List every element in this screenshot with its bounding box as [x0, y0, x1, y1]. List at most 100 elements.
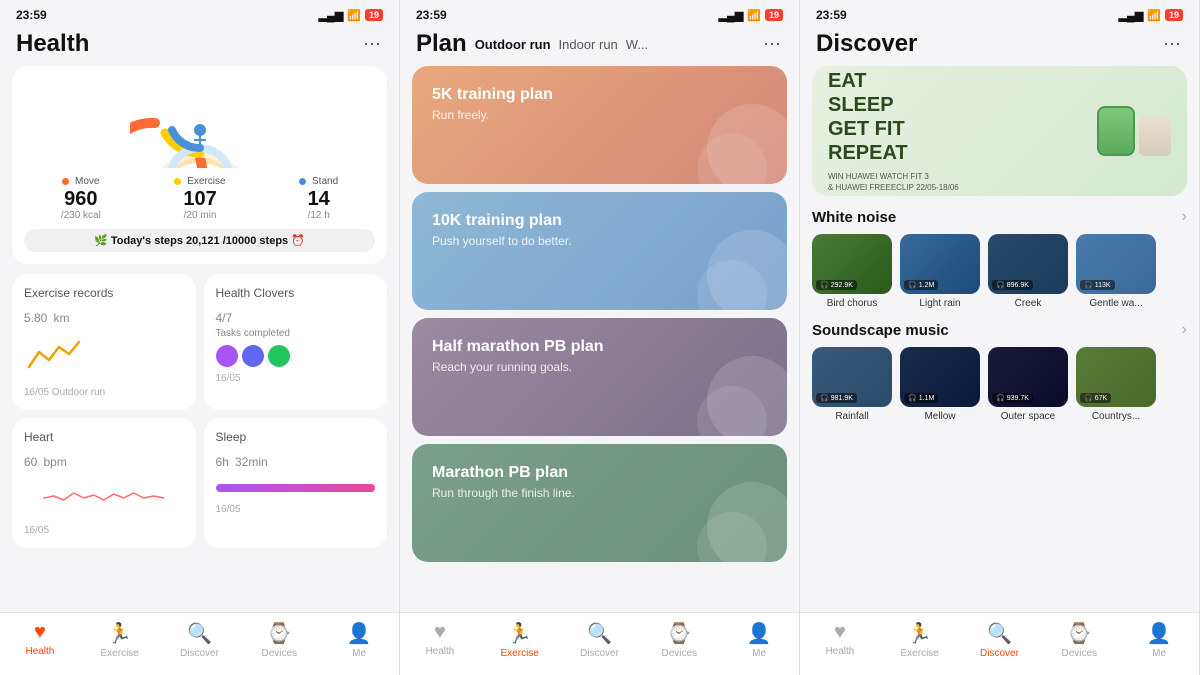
plan-more[interactable]: ⋯ — [763, 34, 783, 55]
nav-devices[interactable]: ⌚ Devices — [239, 621, 319, 659]
exercise-record-card[interactable]: Exercise records 5.80 km 16/05 Outdoor r… — [12, 274, 196, 410]
time-2: 23:59 — [416, 8, 447, 22]
plan-marathon-title: Marathon PB plan — [432, 464, 767, 482]
clover-circles — [216, 345, 376, 367]
media-rain[interactable]: 🎧 1.2M Light rain — [900, 234, 980, 309]
soundscape-arrow[interactable]: › — [1182, 321, 1187, 339]
media-rainfall[interactable]: 🎧 981.9K Rainfall — [812, 347, 892, 422]
media-space[interactable]: 🎧 939.7K Outer space — [988, 347, 1068, 422]
health-more[interactable]: ⋯ — [363, 34, 383, 55]
plan-card-5k[interactable]: 5K training plan Run freely. — [412, 66, 787, 184]
bottom-nav-1: ♥ Health 🏃 Exercise 🔍 Discover ⌚ Devices… — [0, 612, 399, 675]
records-grid: Exercise records 5.80 km 16/05 Outdoor r… — [12, 274, 387, 548]
clover-1 — [216, 345, 238, 367]
steps-row: 🌿 Today's steps 20,121 /10000 steps ⏰ — [24, 229, 375, 252]
media-country[interactable]: 🎧 67K Countrys... — [1076, 347, 1156, 422]
clovers-date: 16/05 — [216, 373, 376, 384]
stand-sub: /12 h — [299, 210, 338, 221]
gentle-label: Gentle wa... — [1076, 298, 1156, 309]
plan-card-marathon[interactable]: Marathon PB plan Run through the finish … — [412, 444, 787, 562]
nav3-devices[interactable]: ⌚ Devices — [1039, 621, 1119, 659]
clovers-sub: Tasks completed — [216, 328, 376, 339]
sleep-date: 16/05 — [216, 504, 376, 515]
discover-header: Discover ⋯ — [800, 26, 1199, 66]
nav3-exercise[interactable]: 🏃 Exercise — [880, 621, 960, 659]
plan-card-half[interactable]: Half marathon PB plan Reach your running… — [412, 318, 787, 436]
stand-dot — [299, 178, 306, 185]
nav3-heart-icon: ♥ — [834, 621, 846, 644]
nav2-me[interactable]: 👤 Me — [719, 621, 799, 659]
media-mellow[interactable]: 🎧 1.1M Mellow — [900, 347, 980, 422]
soundscape-header: Soundscape music › — [812, 321, 1187, 339]
plan-tabs: Outdoor run Indoor run W... — [475, 37, 648, 52]
soundscape-row: 🎧 981.9K Rainfall 🎧 1.1M Mellow 🎧 939.7K… — [812, 347, 1187, 422]
rain-count: 🎧 1.2M — [904, 280, 938, 290]
stand-stat: Stand 14 /12 h — [299, 176, 338, 221]
status-bar-2: 23:59 ▂▄▆ 📶 19 — [400, 0, 799, 26]
signal-icon-3: ▂▄▆ — [1119, 9, 1144, 22]
rainfall-count: 🎧 981.9K — [816, 393, 857, 403]
move-sub: /230 kcal — [61, 210, 101, 221]
signal-icon-2: ▂▄▆ — [719, 9, 744, 22]
rainfall-label: Rainfall — [812, 411, 892, 422]
nav3-discover[interactable]: 🔍 Discover — [960, 621, 1040, 659]
nav2-health[interactable]: ♥ Health — [400, 621, 480, 659]
bird-label: Bird chorus — [812, 298, 892, 309]
sleep-bar — [216, 484, 376, 492]
nav2-devices[interactable]: ⌚ Devices — [639, 621, 719, 659]
heart-line-graph — [24, 478, 184, 508]
tab-outdoor[interactable]: Outdoor run — [475, 37, 551, 52]
plan-header: Plan Outdoor run Indoor run W... ⋯ — [400, 26, 799, 66]
nav3-health[interactable]: ♥ Health — [800, 621, 880, 659]
promo-main-text: EATSLEEPGET FITREPEAT — [828, 69, 959, 165]
discover-title: Discover — [816, 30, 917, 58]
heart-card[interactable]: Heart 60 bpm 16/05 — [12, 418, 196, 548]
health-clovers-card[interactable]: Health Clovers 4/7 Tasks completed 16/05 — [204, 274, 388, 410]
media-gentle[interactable]: 🎧 113K Gentle wa... — [1076, 234, 1156, 309]
space-thumb: 🎧 939.7K — [988, 347, 1068, 407]
bird-thumb: 🎧 292.9K — [812, 234, 892, 294]
plan-card-10k[interactable]: 10K training plan Push yourself to do be… — [412, 192, 787, 310]
nav2-discover[interactable]: 🔍 Discover — [560, 621, 640, 659]
move-value: 960 — [61, 188, 101, 210]
nav-health-label: Health — [25, 646, 54, 657]
rain-label: Light rain — [900, 298, 980, 309]
nav-health[interactable]: ♥ Health — [0, 621, 80, 659]
nav-exercise[interactable]: 🏃 Exercise — [80, 621, 160, 659]
route-icon — [24, 332, 84, 372]
nav2-discover-icon: 🔍 — [587, 621, 612, 646]
activity-rings — [130, 78, 270, 168]
tab-w[interactable]: W... — [626, 37, 648, 52]
battery-1: 19 — [365, 9, 383, 21]
clovers-value: 4/7 — [216, 302, 376, 328]
nav-me[interactable]: 👤 Me — [319, 621, 399, 659]
battery-3: 19 — [1165, 9, 1183, 21]
stand-value: 14 — [299, 188, 338, 210]
white-noise-title: White noise — [812, 209, 896, 226]
white-noise-row: 🎧 292.9K Bird chorus 🎧 1.2M Light rain 🎧… — [812, 234, 1187, 309]
tab-indoor[interactable]: Indoor run — [559, 37, 618, 52]
white-noise-arrow[interactable]: › — [1182, 208, 1187, 226]
health-header: Health ⋯ — [0, 26, 399, 66]
sleep-card[interactable]: Sleep 6h 32min 16/05 — [204, 418, 388, 548]
nav3-exercise-label: Exercise — [901, 648, 939, 659]
activity-stats: Move 960 /230 kcal Exercise 107 /20 min … — [24, 176, 375, 221]
nav2-exercise[interactable]: 🏃 Exercise — [480, 621, 560, 659]
status-right-3: ▂▄▆ 📶 19 — [1119, 9, 1183, 22]
nav-discover[interactable]: 🔍 Discover — [160, 621, 240, 659]
media-creek[interactable]: 🎧 896.9K Creek — [988, 234, 1068, 309]
nav3-me[interactable]: 👤 Me — [1119, 621, 1199, 659]
gentle-count: 🎧 113K — [1080, 280, 1115, 290]
activity-card: Move 960 /230 kcal Exercise 107 /20 min … — [12, 66, 387, 264]
nav2-devices-label: Devices — [662, 648, 698, 659]
promo-banner[interactable]: EATSLEEPGET FITREPEAT WIN HUAWEI WATCH F… — [812, 66, 1187, 196]
media-bird[interactable]: 🎧 292.9K Bird chorus — [812, 234, 892, 309]
nav2-heart-icon: ♥ — [434, 621, 446, 644]
heart-value: 60 bpm — [24, 446, 184, 472]
plan-title-area: Plan Outdoor run Indoor run W... — [416, 30, 648, 58]
discover-more[interactable]: ⋯ — [1163, 34, 1183, 55]
bottom-nav-2: ♥ Health 🏃 Exercise 🔍 Discover ⌚ Devices… — [400, 612, 799, 675]
plan-title: Plan — [416, 30, 467, 58]
nav-devices-label: Devices — [262, 648, 298, 659]
creek-count: 🎧 896.9K — [992, 280, 1033, 290]
